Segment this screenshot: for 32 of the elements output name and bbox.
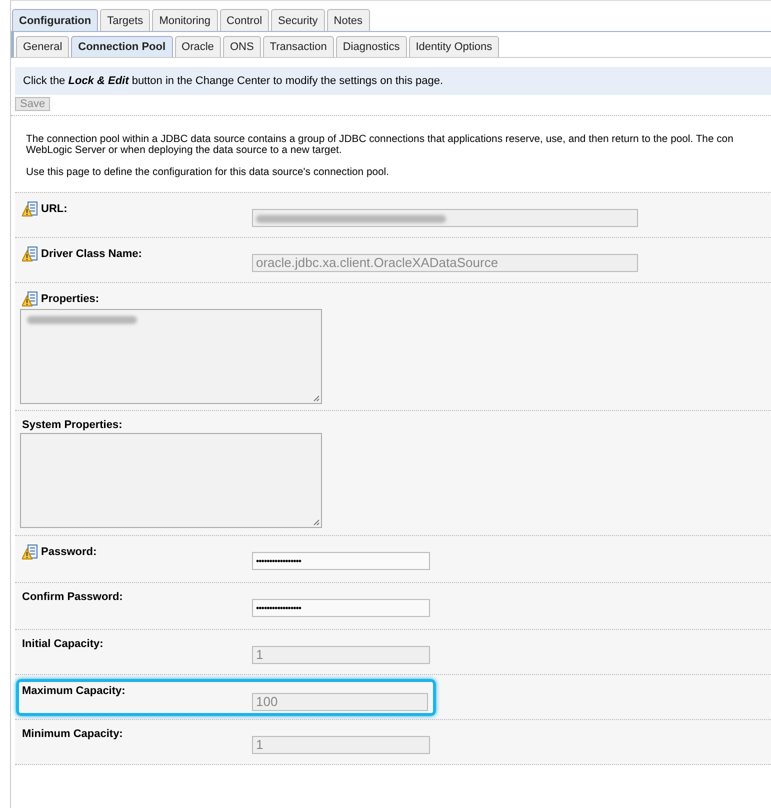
resize-grip-icon — [313, 519, 320, 526]
field-label: Confirm Password: — [22, 591, 123, 603]
resize-grip-icon — [313, 395, 320, 402]
field-label: URL: — [41, 203, 68, 215]
field-label: Maximum Capacity: — [22, 685, 126, 697]
tab[interactable]: ONS — [222, 36, 261, 57]
description-text: The connection pool within a JDBC data source contains a group of JDBC connections that applications reserve, use, and then return to the pool. The con — [26, 134, 734, 145]
password-field[interactable]: ••••••••••••••••• — [252, 599, 430, 617]
tab[interactable]: Transaction — [262, 36, 334, 57]
field-label: Initial Capacity: — [22, 638, 104, 650]
field-label: Minimum Capacity: — [22, 728, 123, 740]
tab[interactable]: General — [16, 36, 70, 57]
text-area[interactable] — [20, 433, 322, 528]
field-label: Properties: — [41, 293, 100, 305]
tab[interactable]: Monitoring — [152, 9, 218, 31]
tab[interactable]: Notes — [326, 9, 370, 31]
tab[interactable]: Diagnostics — [336, 36, 407, 57]
tab[interactable]: Security — [271, 9, 325, 31]
description-text: Use this page to define the configuration for this data source's connection pool. — [26, 167, 390, 178]
description-text: WebLogic Server or when deploying the data source to a new target. — [26, 145, 343, 156]
tab[interactable]: Targets — [100, 9, 150, 31]
tab[interactable]: Connection Pool — [71, 36, 173, 57]
tab[interactable]: Oracle — [174, 36, 221, 57]
tab[interactable]: Control — [220, 9, 270, 31]
text-area[interactable] — [20, 309, 322, 404]
password-field[interactable]: ••••••••••••••••• — [252, 552, 430, 570]
tab[interactable]: Identity Options — [408, 36, 500, 57]
field-label: System Properties: — [22, 419, 122, 431]
tab[interactable]: Configuration — [12, 9, 98, 31]
info-message: Click the Lock & Edit button in the Change Center to modify the settings on this page. — [15, 67, 771, 95]
field-label: Driver Class Name: — [41, 248, 142, 260]
field-label: Password: — [41, 546, 97, 558]
